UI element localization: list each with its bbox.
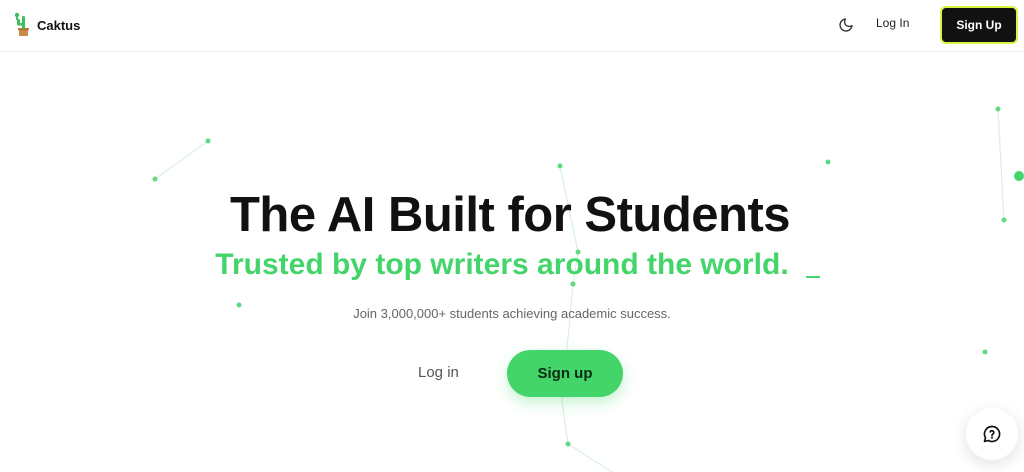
top-navbar: Caktus Log In Sign Up (0, 0, 1024, 52)
network-node (825, 159, 831, 165)
hero-login-link[interactable]: Log in (418, 364, 459, 381)
network-node (565, 441, 571, 447)
moon-icon (839, 18, 853, 32)
network-node (995, 106, 1001, 112)
hero-title: The AI Built for Students (229, 188, 791, 242)
network-node (982, 349, 988, 355)
network-node (205, 138, 211, 144)
network-node (570, 281, 576, 287)
chat-bubble-help-icon (983, 425, 1001, 443)
chat-support-button[interactable] (966, 408, 1018, 460)
typing-cursor (806, 276, 820, 278)
brand-logo[interactable]: Caktus (13, 10, 80, 38)
network-node (152, 176, 158, 182)
hero-subtitle: Trusted by top writers around the world. (215, 248, 789, 281)
hero-signup-button[interactable]: Sign up (507, 350, 623, 397)
brand-name: Caktus (37, 17, 81, 33)
header-login-link[interactable]: Log In (876, 16, 909, 30)
cactus-logo-icon (14, 12, 29, 36)
header-signup-button[interactable]: Sign Up (940, 6, 1018, 44)
network-node (557, 163, 563, 169)
hero-description: Join 3,000,000+ students achieving acade… (353, 306, 671, 321)
network-node (1014, 171, 1024, 181)
theme-toggle-button[interactable] (835, 14, 857, 36)
